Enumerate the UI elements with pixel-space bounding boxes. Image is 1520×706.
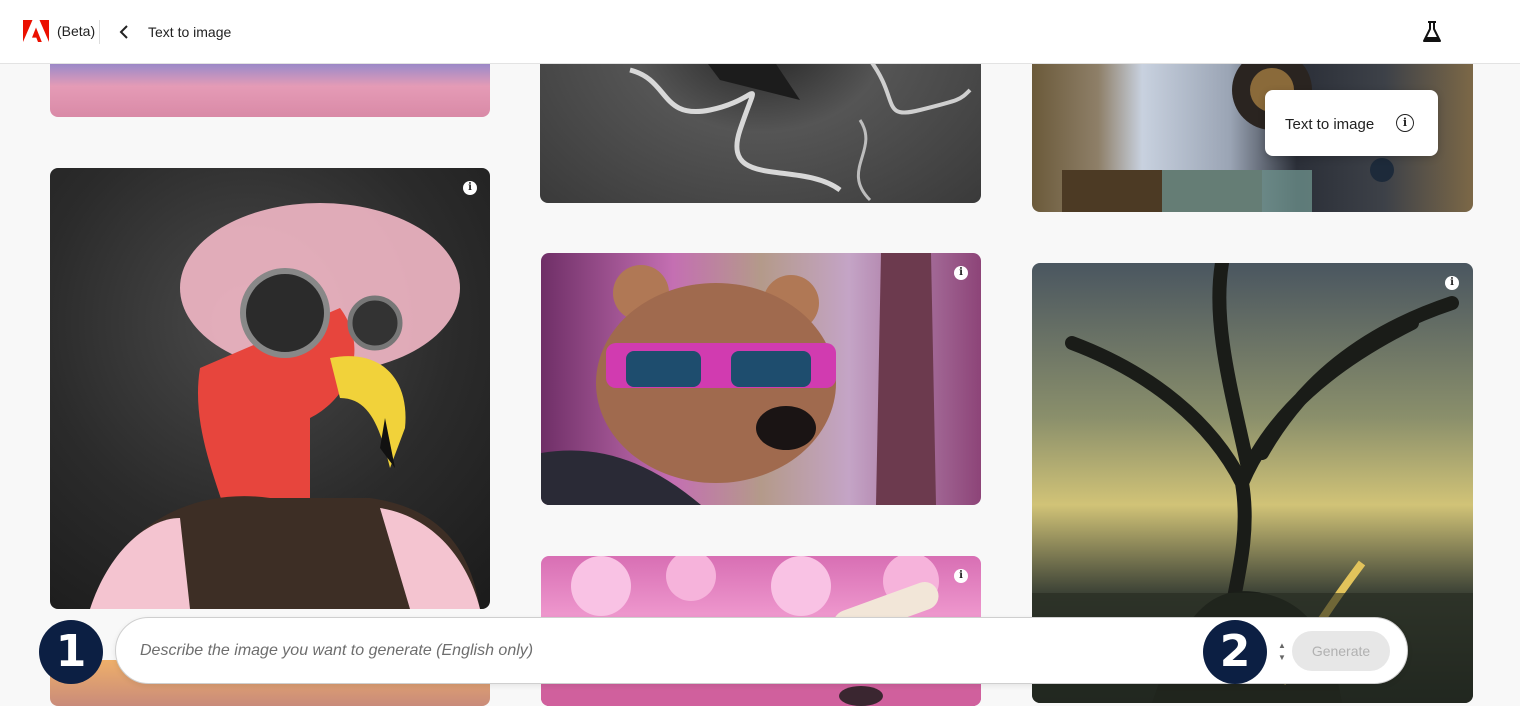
prompt-input[interactable] [140, 638, 1190, 664]
prompt-stepper[interactable]: ▲ ▼ [1276, 640, 1288, 664]
info-icon[interactable]: i [954, 569, 968, 583]
chevron-left-icon[interactable] [114, 20, 134, 44]
beta-label: (Beta) [57, 23, 96, 39]
app-header: (Beta) Text to image [0, 0, 1520, 64]
flask-icon[interactable] [1421, 20, 1443, 44]
info-circle-icon[interactable]: i [1396, 114, 1414, 132]
header-divider [99, 20, 100, 44]
gallery-image-river-landscape[interactable] [540, 40, 981, 203]
generate-button[interactable]: Generate [1292, 631, 1390, 671]
tooltip-label: Text to image [1285, 116, 1375, 133]
step-marker-2: 2 [1203, 620, 1267, 684]
info-icon[interactable]: i [1445, 276, 1459, 290]
step-marker-1: 1 [39, 620, 103, 684]
gallery-image-flamingo-with-goggles[interactable]: i [50, 168, 490, 609]
breadcrumb-text-to-image[interactable]: Text to image [148, 24, 231, 40]
info-icon[interactable]: i [463, 181, 477, 195]
text-to-image-tooltip: Text to image i [1265, 90, 1438, 156]
adobe-logo-icon[interactable] [23, 20, 49, 42]
info-icon[interactable]: i [954, 266, 968, 280]
gallery-image-bear-with-sunglasses[interactable]: i [541, 253, 981, 505]
